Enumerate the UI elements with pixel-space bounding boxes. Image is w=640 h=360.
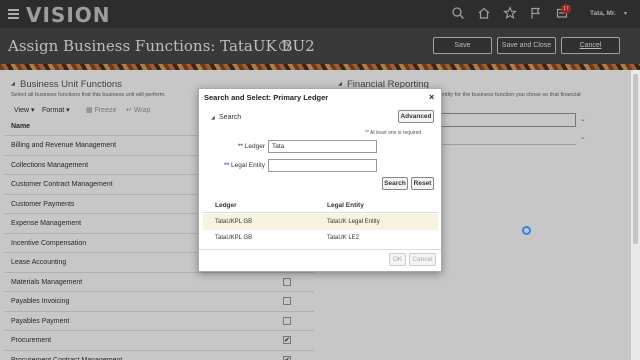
search-section-label: Search — [219, 114, 242, 121]
result-ledger: TataUKPL GB — [215, 219, 253, 225]
scrollbar-thumb[interactable] — [633, 74, 638, 244]
results-header: Ledger Legal Entity — [203, 197, 438, 213]
result-row[interactable]: TataUKPL GB TataUK LE2 — [203, 230, 438, 246]
ok-button[interactable]: OK — [389, 253, 406, 266]
search-select-dialog: Search and Select: Primary Ledger × ◢ Se… — [198, 88, 442, 272]
required-marker: ** — [237, 143, 243, 150]
required-hint: ** At least one is required — [365, 130, 422, 136]
required-marker: ** — [224, 162, 230, 169]
column-header-legal-entity[interactable]: Legal Entity — [327, 202, 364, 209]
result-ledger: TataUKPL GB — [215, 235, 253, 241]
loading-icon — [522, 226, 531, 235]
page-scrollbar[interactable] — [631, 70, 640, 360]
column-header-ledger[interactable]: Ledger — [215, 202, 237, 209]
result-row[interactable]: TataUKPL GB TataUK Legal Entity — [203, 214, 438, 230]
result-legal-entity: TataUK Legal Entity — [327, 219, 380, 225]
ledger-input[interactable]: Tata — [268, 140, 377, 153]
dialog-footer-divider — [199, 249, 441, 250]
dialog-title: Search and Select: Primary Ledger — [204, 93, 329, 102]
advanced-button[interactable]: Advanced — [398, 110, 434, 123]
search-button[interactable]: Search — [382, 177, 408, 190]
reset-button[interactable]: Reset — [411, 177, 434, 190]
result-legal-entity: TataUK LE2 — [327, 235, 360, 241]
legal-entity-input[interactable] — [268, 159, 377, 172]
dialog-cancel-button[interactable]: Cancel — [409, 253, 436, 266]
close-icon[interactable]: × — [429, 92, 434, 102]
collapse-icon[interactable]: ◢ — [211, 115, 215, 121]
ledger-label: Ledger — [244, 143, 265, 150]
legal-entity-label: Legal Entity — [231, 162, 265, 169]
